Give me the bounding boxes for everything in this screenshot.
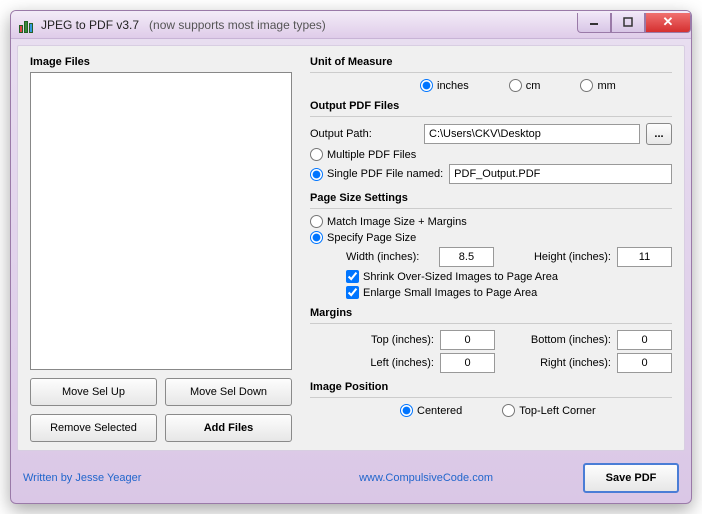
image-files-list[interactable] [30,72,292,370]
unit-mm-radio[interactable]: mm [580,79,615,92]
output-path-input[interactable] [424,124,640,144]
height-label: Height (inches): [534,251,611,263]
height-input[interactable] [617,247,672,267]
add-files-button[interactable]: Add Files [165,414,292,442]
left-label: Left (inches): [330,357,434,369]
margin-left-input[interactable] [440,353,495,373]
image-files-heading: Image Files [30,56,292,68]
match-size-radio[interactable]: Match Image Size + Margins [310,215,467,228]
app-icon [19,17,35,33]
single-pdf-name-input[interactable] [449,164,672,184]
save-pdf-button[interactable]: Save PDF [583,463,679,493]
position-heading: Image Position [310,381,672,393]
app-window: JPEG to PDF v3.7 (now supports most imag… [10,10,692,504]
bottom-label: Bottom (inches): [507,334,611,346]
single-pdf-radio[interactable]: Single PDF File named: [310,168,443,181]
margin-top-input[interactable] [440,330,495,350]
move-down-button[interactable]: Move Sel Down [165,378,292,406]
specify-size-radio[interactable]: Specify Page Size [310,231,416,244]
window-title: JPEG to PDF v3.7 [41,18,139,32]
site-link[interactable]: www.CompulsiveCode.com [359,472,493,484]
unit-cm-radio[interactable]: cm [509,79,541,92]
margin-right-input[interactable] [617,353,672,373]
margin-bottom-input[interactable] [617,330,672,350]
titlebar[interactable]: JPEG to PDF v3.7 (now supports most imag… [11,11,691,39]
margins-heading: Margins [310,307,672,319]
remove-selected-button[interactable]: Remove Selected [30,414,157,442]
output-path-label: Output Path: [310,128,418,140]
shrink-check[interactable]: Shrink Over-Sized Images to Page Area [346,270,558,283]
close-button[interactable]: ✕ [645,13,691,33]
page-size-heading: Page Size Settings [310,192,672,204]
unit-heading: Unit of Measure [310,56,672,68]
width-input[interactable] [439,247,494,267]
right-label: Right (inches): [507,357,611,369]
move-up-button[interactable]: Move Sel Up [30,378,157,406]
centered-radio[interactable]: Centered [400,404,462,417]
maximize-button[interactable] [611,13,645,33]
output-heading: Output PDF Files [310,100,672,112]
minimize-button[interactable] [577,13,611,33]
topleft-radio[interactable]: Top-Left Corner [502,404,595,417]
window-subtitle: (now supports most image types) [149,18,326,32]
browse-button[interactable]: ... [646,123,672,145]
multiple-pdf-radio[interactable]: Multiple PDF Files [310,148,416,161]
unit-inches-radio[interactable]: inches [420,79,469,92]
enlarge-check[interactable]: Enlarge Small Images to Page Area [346,286,537,299]
top-label: Top (inches): [330,334,434,346]
width-label: Width (inches): [346,251,419,263]
author-link[interactable]: Written by Jesse Yeager [23,472,141,484]
